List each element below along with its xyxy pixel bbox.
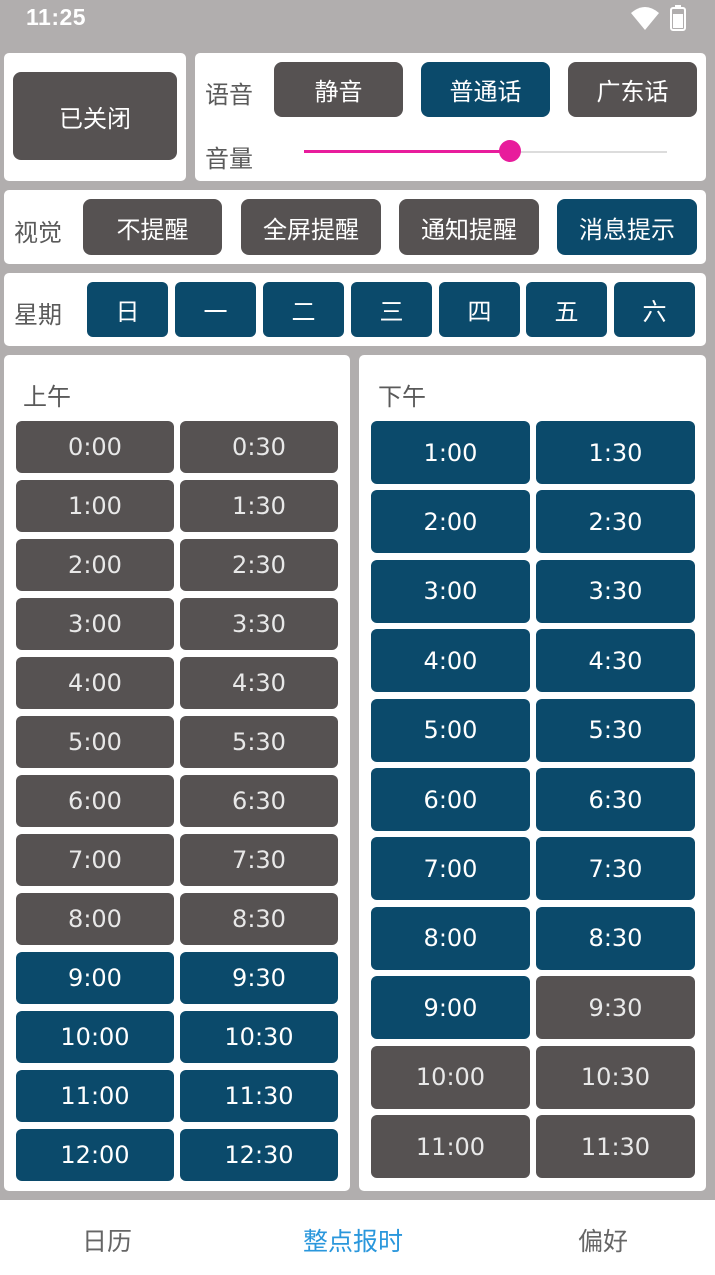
pm-time-slot-button[interactable]: 8:00: [371, 906, 530, 970]
volume-slider-thumb[interactable]: [499, 140, 521, 162]
am-time-slot-button[interactable]: 6:30: [180, 775, 338, 827]
am-time-slot-button[interactable]: 11:00: [16, 1070, 174, 1122]
pm-time-slot-button[interactable]: 10:30: [536, 1045, 695, 1109]
am-time-slot-button[interactable]: 0:00: [16, 421, 174, 473]
visual-option-none-button[interactable]: 不提醒: [83, 199, 222, 255]
wifi-icon: [631, 7, 659, 30]
pm-time-slot-button[interactable]: 9:30: [536, 976, 695, 1040]
pm-time-slot-button[interactable]: 5:00: [371, 698, 530, 762]
pm-time-slot-button[interactable]: 2:00: [371, 490, 530, 554]
visual-option-message-button[interactable]: 消息提示: [557, 199, 697, 255]
pm-time-slot-button[interactable]: 9:00: [371, 976, 530, 1040]
bottom-navigation: 日历 整点报时 偏好: [0, 1200, 715, 1275]
weekday-label: 星期: [14, 301, 62, 329]
visual-label: 视觉: [14, 219, 62, 247]
pm-time-slot-button[interactable]: 1:30: [536, 421, 695, 484]
pm-time-slot-button[interactable]: 6:00: [371, 768, 530, 831]
am-time-slot-button[interactable]: 11:30: [180, 1070, 338, 1122]
am-time-slot-button[interactable]: 5:00: [16, 716, 174, 768]
battery-icon: [670, 5, 686, 31]
pm-panel-title: 下午: [378, 383, 426, 411]
pm-time-slot-button[interactable]: 1:00: [371, 421, 530, 484]
weekday-button[interactable]: 六: [614, 282, 695, 337]
volume-slider-track[interactable]: [512, 151, 667, 153]
am-time-slot-button[interactable]: 10:30: [180, 1011, 338, 1063]
visual-settings-card: 视觉 不提醒 全屏提醒 通知提醒 消息提示: [4, 190, 706, 264]
am-time-slot-button[interactable]: 8:30: [180, 893, 338, 945]
visual-option-fullscreen-button[interactable]: 全屏提醒: [241, 199, 381, 255]
am-time-slot-button[interactable]: 7:00: [16, 834, 174, 886]
pm-time-slot-button[interactable]: 3:00: [371, 559, 530, 623]
am-time-slot-button[interactable]: 1:30: [180, 480, 338, 532]
pm-panel: 下午 1:00 1:30 2:00 2:30 3:00 3:30 4:00 4:30 5:00 5…: [359, 355, 706, 1191]
am-time-slot-button[interactable]: 1:00: [16, 480, 174, 532]
pm-time-slot-button[interactable]: 4:30: [536, 629, 695, 693]
am-panel: 上午 0:00 0:30 1:00 1:30 2:00 2:30 3:00 3:30 4:00 4…: [4, 355, 350, 1191]
am-time-slot-button[interactable]: 3:30: [180, 598, 338, 650]
weekday-button[interactable]: 四: [439, 282, 520, 337]
am-time-slot-button[interactable]: 10:00: [16, 1011, 174, 1063]
am-time-slot-button[interactable]: 9:30: [180, 952, 338, 1004]
am-time-slot-button[interactable]: 12:30: [180, 1129, 338, 1181]
pm-time-slot-button[interactable]: 3:30: [536, 559, 695, 623]
am-time-slot-button[interactable]: 2:30: [180, 539, 338, 591]
voice-label: 语音: [205, 81, 253, 109]
volume-label: 音量: [205, 145, 253, 173]
pm-time-slot-button[interactable]: 2:30: [536, 490, 695, 554]
status-time: 11:25: [26, 4, 87, 30]
voice-option-mandarin-button[interactable]: 普通话: [421, 62, 550, 117]
visual-option-notification-button[interactable]: 通知提醒: [399, 199, 539, 255]
weekday-button[interactable]: 二: [263, 282, 344, 337]
am-time-slot-button[interactable]: 9:00: [16, 952, 174, 1004]
pm-time-slot-button[interactable]: 8:30: [536, 906, 695, 970]
power-toggle-button[interactable]: 已关闭: [13, 72, 177, 160]
volume-slider-fill[interactable]: [304, 150, 512, 153]
am-time-slot-button[interactable]: 12:00: [16, 1129, 174, 1181]
am-panel-title: 上午: [23, 383, 71, 411]
weekday-button[interactable]: 三: [351, 282, 432, 337]
am-time-slot-button[interactable]: 5:30: [180, 716, 338, 768]
pm-time-slot-button[interactable]: 10:00: [371, 1045, 530, 1109]
weekday-button[interactable]: 五: [526, 282, 607, 337]
pm-time-slot-button[interactable]: 4:00: [371, 629, 530, 693]
nav-calendar-tab[interactable]: 日历: [82, 1222, 132, 1258]
weekday-card: 星期 日一二三四五六: [4, 273, 706, 346]
pm-time-slot-button[interactable]: 5:30: [536, 698, 695, 762]
am-time-slot-button[interactable]: 0:30: [180, 421, 338, 473]
pm-time-slot-button[interactable]: 7:00: [371, 837, 530, 901]
nav-hourly-chime-tab[interactable]: 整点报时: [303, 1222, 403, 1258]
power-card: 已关闭: [4, 53, 186, 181]
am-time-slot-button[interactable]: 6:00: [16, 775, 174, 827]
voice-option-cantonese-button[interactable]: 广东话: [568, 62, 697, 117]
am-time-slot-button[interactable]: 8:00: [16, 893, 174, 945]
am-time-slot-button[interactable]: 3:00: [16, 598, 174, 650]
voice-option-mute-button[interactable]: 静音: [274, 62, 403, 117]
pm-time-slot-button[interactable]: 11:30: [536, 1115, 695, 1178]
am-time-slot-button[interactable]: 4:00: [16, 657, 174, 709]
nav-preferences-tab[interactable]: 偏好: [578, 1222, 628, 1258]
sound-settings-card: 语音 静音 普通话 广东话 音量: [195, 53, 706, 181]
status-bar: 11:25: [0, 0, 715, 40]
am-time-slot-button[interactable]: 4:30: [180, 657, 338, 709]
am-time-slot-button[interactable]: 2:00: [16, 539, 174, 591]
weekday-button[interactable]: 一: [175, 282, 256, 337]
pm-time-slot-button[interactable]: 7:30: [536, 837, 695, 901]
pm-time-slot-button[interactable]: 6:30: [536, 768, 695, 831]
weekday-button[interactable]: 日: [87, 282, 168, 337]
am-time-slot-button[interactable]: 7:30: [180, 834, 338, 886]
pm-time-slot-button[interactable]: 11:00: [371, 1115, 530, 1178]
